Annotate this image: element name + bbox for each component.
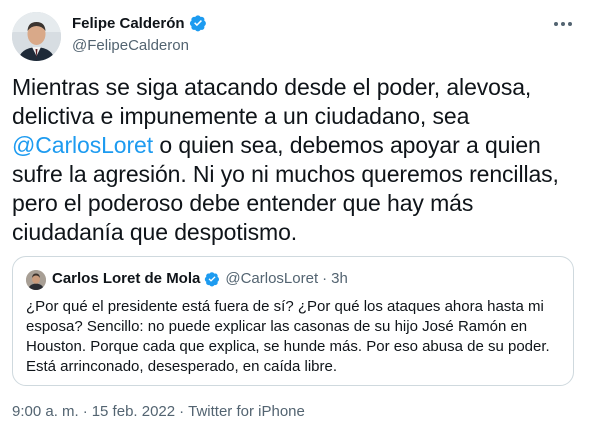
quoted-author-name[interactable]: Carlos Loret de Mola — [52, 270, 200, 287]
quoted-author-handle[interactable]: @CarlosLoret — [225, 270, 318, 287]
author-name-row[interactable]: Felipe Calderón — [72, 14, 207, 32]
tweet-date[interactable]: 15 feb. 2022 — [92, 403, 175, 420]
author-handle[interactable]: @FelipeCalderon — [72, 37, 189, 54]
quoted-tweet[interactable]: Carlos Loret de Mola @CarlosLoret · 3h ¿… — [12, 256, 574, 386]
quoted-text: ¿Por qué el presidente está fuera de sí?… — [26, 298, 550, 375]
tweet-time[interactable]: 9:00 a. m. — [12, 403, 79, 420]
more-options-button[interactable] — [551, 14, 575, 34]
author-name[interactable]: Felipe Calderón — [72, 15, 185, 32]
meta-separator: · — [179, 403, 185, 420]
tweet-source[interactable]: Twitter for iPhone — [188, 403, 305, 420]
tweet-metadata: 9:00 a. m. · 15 feb. 2022 · Twitter for iPho… — [12, 403, 305, 420]
quoted-header: Carlos Loret de Mola @CarlosLoret · 3h — [52, 270, 348, 287]
meta-separator: · — [82, 403, 88, 420]
tweet-text-part: Mientras se siga atacando desde el poder… — [12, 74, 532, 129]
more-options-icon — [554, 22, 558, 26]
author-avatar[interactable] — [12, 12, 61, 61]
quoted-author-avatar[interactable] — [26, 270, 46, 290]
tweet-text: Mientras se siga atacando desde el poder… — [12, 73, 572, 247]
quoted-separator: · — [322, 270, 328, 287]
verified-badge-icon — [205, 271, 220, 286]
verified-badge-icon — [189, 15, 206, 32]
mention-link[interactable]: @CarlosLoret — [12, 132, 153, 158]
quoted-timestamp[interactable]: 3h — [331, 270, 348, 287]
